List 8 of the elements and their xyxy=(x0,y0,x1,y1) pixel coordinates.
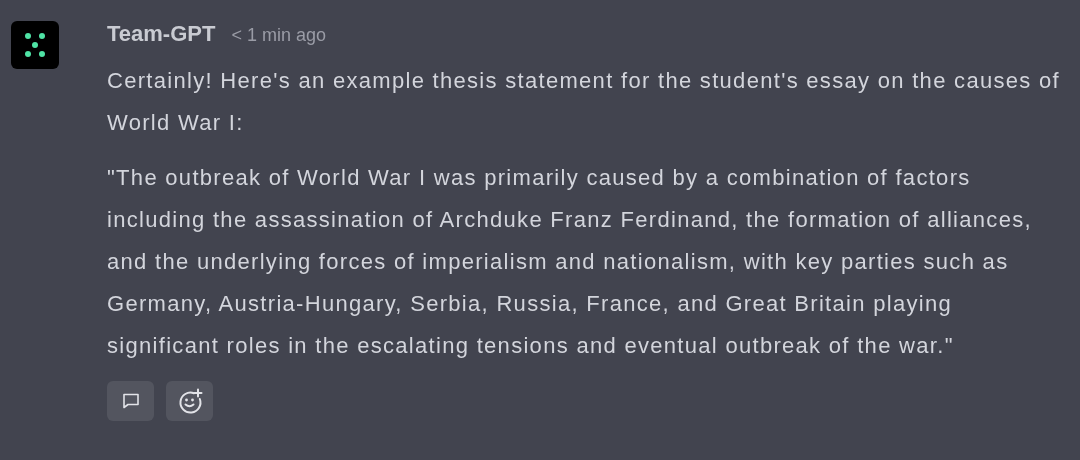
author-name: Team-GPT xyxy=(107,21,216,47)
logo-icon xyxy=(11,21,59,69)
add-reaction-button[interactable] xyxy=(166,381,213,421)
message-paragraph: Certainly! Here's an example thesis statement for the student's essay on the causes of World War I: xyxy=(107,67,1061,137)
timestamp: < 1 min ago xyxy=(231,25,326,46)
comment-button[interactable] xyxy=(107,381,154,421)
speech-bubble-icon xyxy=(120,391,141,411)
message-paragraph: "The outbreak of World War I was primarily caused by a combination of factors including the assassination of Archduke Franz Ferdinand, the formation of alliances, and the underlying forces of imperialism and nationalism, with key parties such as Germany, Austria-Hungary, Serbia, Russia, France, and Great Britain playing significant roles in the escalating tensions and eventual outbreak of the war." xyxy=(107,164,1033,360)
